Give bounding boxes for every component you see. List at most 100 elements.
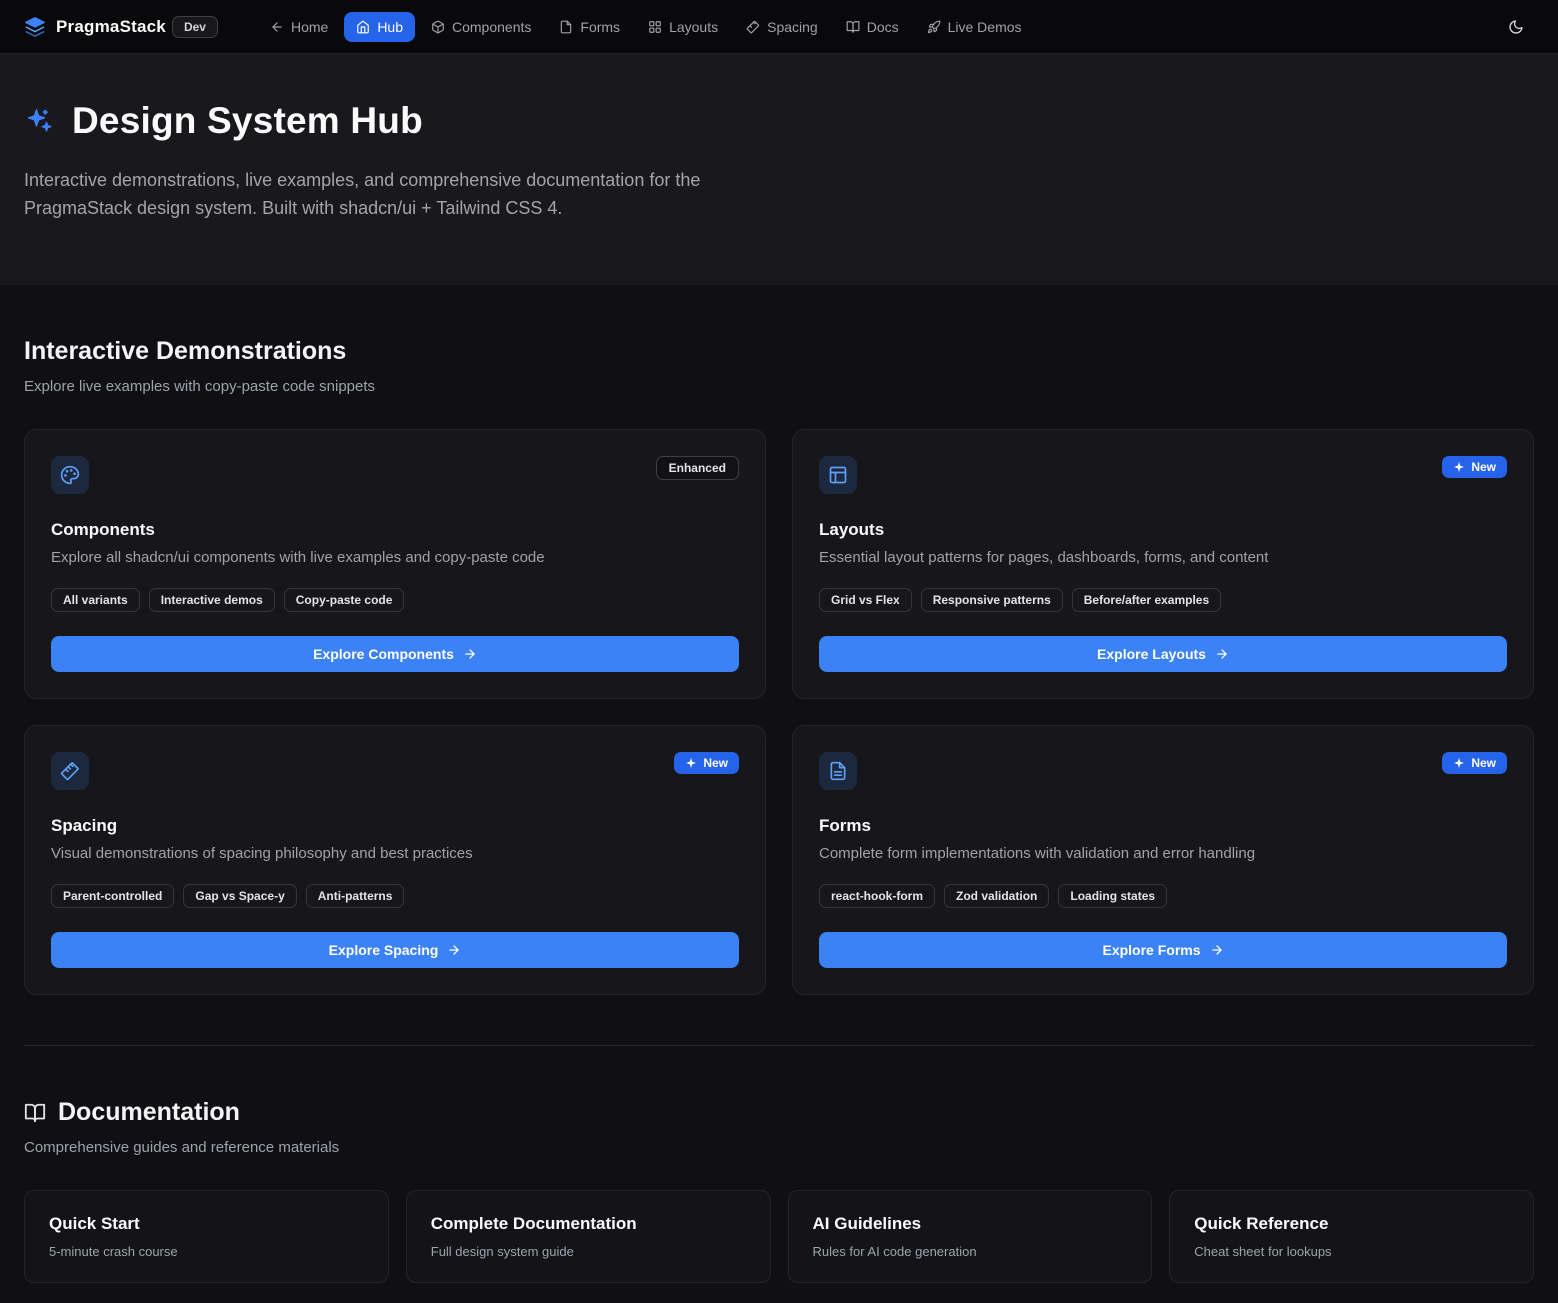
tag-row: All variants Interactive demos Copy-past… — [51, 588, 739, 612]
doc-card-title: Complete Documentation — [431, 1214, 746, 1234]
tag-row: react-hook-form Zod validation Loading s… — [819, 884, 1507, 908]
nav-item-forms[interactable]: Forms — [547, 12, 632, 42]
demos-section-head: Interactive Demonstrations Explore live … — [24, 337, 1534, 395]
card-title: Components — [51, 520, 739, 540]
page-title: Design System Hub — [72, 100, 423, 142]
badge-label: New — [703, 756, 728, 770]
demos-subheading: Explore live examples with copy-paste co… — [24, 378, 1534, 395]
sparkle-icon — [1453, 757, 1465, 769]
doc-card-quick-reference[interactable]: Quick Reference Cheat sheet for lookups — [1169, 1190, 1534, 1283]
badge-label: New — [1471, 460, 1496, 474]
layers-logo-icon — [24, 16, 46, 38]
arrow-right-icon — [1210, 943, 1224, 957]
button-label: Explore Forms — [1102, 942, 1200, 958]
demo-card-layouts: New Layouts Essential layout patterns fo… — [792, 429, 1534, 699]
nav-item-docs[interactable]: Docs — [834, 12, 911, 42]
hero: Design System Hub Interactive demonstrat… — [0, 54, 1558, 285]
main-content: Interactive Demonstrations Explore live … — [0, 337, 1558, 1283]
sparkles-icon — [24, 106, 54, 136]
home-icon — [356, 20, 370, 34]
nav-item-live-demos[interactable]: Live Demos — [915, 12, 1034, 42]
doc-card-title: AI Guidelines — [813, 1214, 1128, 1234]
tag-row: Grid vs Flex Responsive patterns Before/… — [819, 588, 1507, 612]
new-badge: New — [1442, 752, 1507, 774]
badge-label: New — [1471, 756, 1496, 770]
doc-card-quick-start[interactable]: Quick Start 5-minute crash course — [24, 1190, 389, 1283]
ruler-icon — [51, 752, 89, 790]
card-description: Explore all shadcn/ui components with li… — [51, 549, 739, 566]
file-text-icon — [559, 20, 573, 34]
nav-item-label: Docs — [867, 19, 899, 35]
tag: Gap vs Space-y — [183, 884, 296, 908]
explore-spacing-button[interactable]: Explore Spacing — [51, 932, 739, 968]
section-divider — [24, 1045, 1534, 1046]
demo-card-components: Enhanced Components Explore all shadcn/u… — [24, 429, 766, 699]
tag: Before/after examples — [1072, 588, 1221, 612]
button-label: Explore Components — [313, 646, 454, 662]
main-nav: Home Hub Components Forms Layouts Spacin… — [258, 12, 1034, 42]
card-description: Visual demonstrations of spacing philoso… — [51, 845, 739, 862]
nav-item-spacing[interactable]: Spacing — [734, 12, 830, 42]
nav-item-label: Components — [452, 19, 531, 35]
navbar: PragmaStack Dev Home Hub Components Form… — [0, 0, 1558, 54]
docs-subheading: Comprehensive guides and reference mater… — [24, 1139, 1534, 1156]
docs-section-head: Documentation Comprehensive guides and r… — [24, 1098, 1534, 1156]
palette-icon — [51, 456, 89, 494]
card-title: Spacing — [51, 816, 739, 836]
tag: react-hook-form — [819, 884, 935, 908]
doc-card-description: Cheat sheet for lookups — [1194, 1244, 1509, 1259]
brand-name: PragmaStack — [56, 17, 166, 37]
demos-heading: Interactive Demonstrations — [24, 337, 1534, 366]
nav-item-components[interactable]: Components — [419, 12, 543, 42]
doc-card-title: Quick Start — [49, 1214, 364, 1234]
nav-item-label: Live Demos — [948, 19, 1022, 35]
explore-components-button[interactable]: Explore Components — [51, 636, 739, 672]
card-title: Layouts — [819, 520, 1507, 540]
doc-card-ai-guidelines[interactable]: AI Guidelines Rules for AI code generati… — [788, 1190, 1153, 1283]
doc-card-complete-documentation[interactable]: Complete Documentation Full design syste… — [406, 1190, 771, 1283]
doc-card-title: Quick Reference — [1194, 1214, 1509, 1234]
brand[interactable]: PragmaStack — [24, 16, 166, 38]
doc-card-grid: Quick Start 5-minute crash course Comple… — [24, 1190, 1534, 1283]
rocket-icon — [927, 20, 941, 34]
doc-card-description: Rules for AI code generation — [813, 1244, 1128, 1259]
tag: Loading states — [1058, 884, 1167, 908]
book-open-icon — [24, 1102, 46, 1124]
button-label: Explore Layouts — [1097, 646, 1206, 662]
arrow-left-icon — [270, 20, 284, 34]
nav-item-home[interactable]: Home — [258, 12, 340, 42]
sparkle-icon — [1453, 461, 1465, 473]
tag: All variants — [51, 588, 140, 612]
tag: Interactive demos — [149, 588, 275, 612]
demo-card-spacing: New Spacing Visual demonstrations of spa… — [24, 725, 766, 995]
explore-forms-button[interactable]: Explore Forms — [819, 932, 1507, 968]
hero-description: Interactive demonstrations, live example… — [24, 166, 784, 222]
sparkle-icon — [685, 757, 697, 769]
tag: Parent-controlled — [51, 884, 174, 908]
explore-layouts-button[interactable]: Explore Layouts — [819, 636, 1507, 672]
new-badge: New — [674, 752, 739, 774]
doc-card-description: 5-minute crash course — [49, 1244, 364, 1259]
card-description: Essential layout patterns for pages, das… — [819, 549, 1507, 566]
panels-top-left-icon — [819, 456, 857, 494]
tag: Anti-patterns — [306, 884, 405, 908]
theme-toggle-button[interactable] — [1498, 9, 1534, 45]
status-badge: Enhanced — [656, 456, 739, 480]
nav-item-label: Layouts — [669, 19, 718, 35]
nav-item-hub[interactable]: Hub — [344, 12, 415, 42]
demo-card-grid: Enhanced Components Explore all shadcn/u… — [24, 429, 1534, 995]
book-open-icon — [846, 20, 860, 34]
card-description: Complete form implementations with valid… — [819, 845, 1507, 862]
new-badge: New — [1442, 456, 1507, 478]
arrow-right-icon — [447, 943, 461, 957]
layout-grid-icon — [648, 20, 662, 34]
env-badge: Dev — [172, 16, 218, 38]
button-label: Explore Spacing — [329, 942, 439, 958]
demo-card-forms: New Forms Complete form implementations … — [792, 725, 1534, 995]
tag-row: Parent-controlled Gap vs Space-y Anti-pa… — [51, 884, 739, 908]
tag: Zod validation — [944, 884, 1049, 908]
ruler-icon — [746, 20, 760, 34]
nav-item-layouts[interactable]: Layouts — [636, 12, 730, 42]
card-title: Forms — [819, 816, 1507, 836]
docs-heading: Documentation — [58, 1098, 240, 1127]
